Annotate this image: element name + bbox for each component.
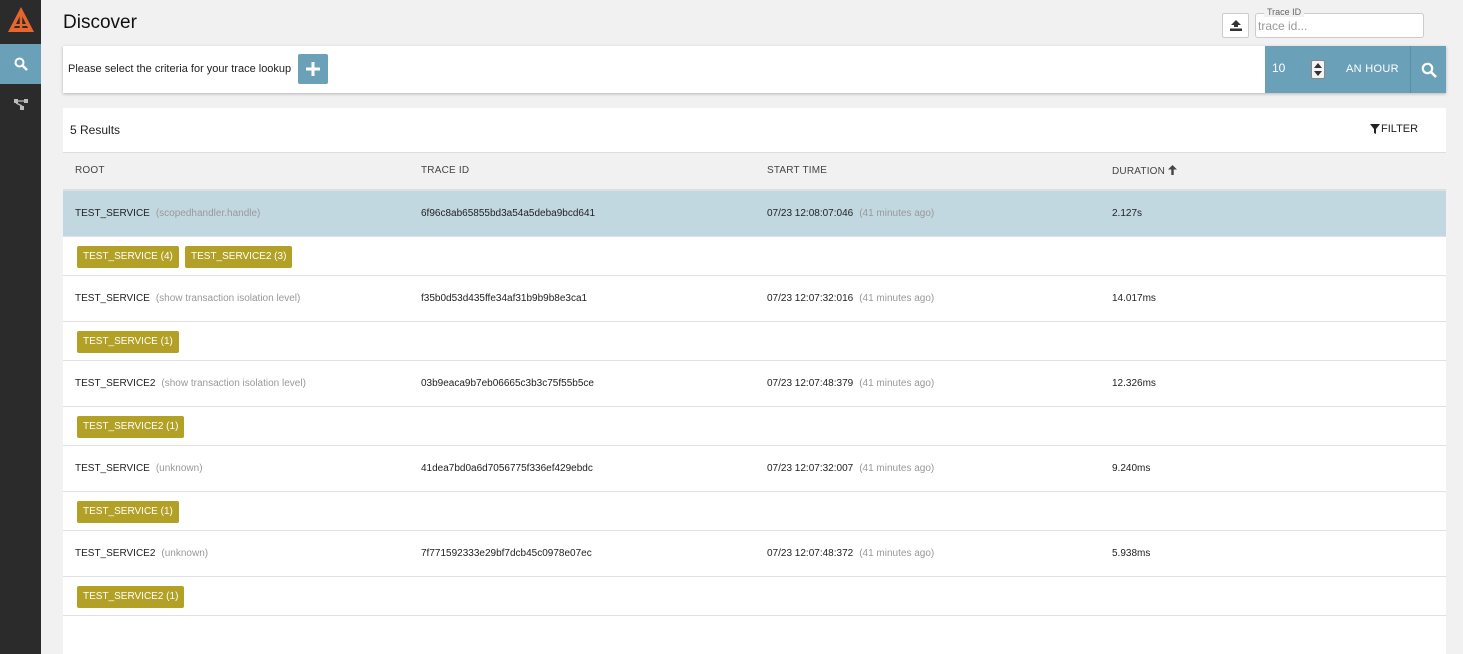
column-duration-label: DURATION <box>1112 166 1166 177</box>
criteria-prompt: Please select the criteria for your trac… <box>68 63 292 75</box>
plus-icon <box>306 62 320 76</box>
duration-cell: 9.240ms <box>1112 463 1151 474</box>
service-badge[interactable]: TEST_SERVICE2 (1) <box>77 586 185 608</box>
table-row[interactable]: TEST_SERVICE2 (unknown) 7f771592333e29bf7… <box>63 530 1446 576</box>
upload-icon <box>1229 20 1242 31</box>
trace-id-cell: 7f771592333e29bf7dcb45c0978e07ec <box>421 548 592 559</box>
root-cell: TEST_SERVICE2 (unknown) <box>75 548 209 559</box>
page-title: Discover <box>63 12 137 33</box>
root-cell: TEST_SERVICE2 (show transaction isolation… <box>75 378 306 389</box>
results-count: 5 Results <box>70 123 121 137</box>
duration-cell: 12.326ms <box>1112 378 1156 389</box>
start-time-cell: 07/23 12:07:32:016 (41 minutes ago) <box>767 293 935 304</box>
column-root[interactable]: ROOT <box>75 165 105 176</box>
trace-id-cell: 41dea7bd0a6d7056775f336ef429ebdc <box>421 463 593 474</box>
start-time-cell: 07/23 12:07:48:379 (41 minutes ago) <box>767 378 935 389</box>
stepper-down-icon[interactable] <box>1314 71 1322 77</box>
search-controls: 10 AN HOUR <box>1265 46 1446 93</box>
service-badge[interactable]: TEST_SERVICE2 (1) <box>77 416 185 438</box>
column-start-time[interactable]: START TIME <box>767 165 827 176</box>
service-badges-row: TEST_SERVICE2 (1) <box>63 406 1446 445</box>
table-end-divider <box>63 615 1446 616</box>
sidebar <box>0 0 41 654</box>
column-trace-id[interactable]: TRACE ID <box>421 165 469 176</box>
search-icon <box>1421 62 1437 78</box>
service-badge[interactable]: TEST_SERVICE2 (3) <box>185 246 293 268</box>
limit-stepper[interactable] <box>1311 60 1325 79</box>
service-badges-row: TEST_SERVICE (1) <box>63 491 1446 530</box>
table-row[interactable]: TEST_SERVICE (show transaction isolation … <box>63 275 1446 321</box>
filter-button[interactable]: FILTER <box>1370 123 1418 135</box>
start-time-cell: 07/23 12:08:07:046 (41 minutes ago) <box>767 208 935 219</box>
zipkin-logo-icon[interactable] <box>7 6 35 34</box>
table-header: ROOT TRACE ID START TIME DURATION <box>63 152 1446 190</box>
criteria-bar: Please select the criteria for your trac… <box>63 46 1446 93</box>
trace-id-input[interactable] <box>1258 17 1418 35</box>
trace-id-cell: 03b9eaca9b7eb06665c3b3c75f55b5ce <box>421 378 594 389</box>
service-badge[interactable]: TEST_SERVICE (4) <box>77 246 179 268</box>
column-duration[interactable]: DURATION <box>1112 165 1178 177</box>
nav-discover-search-icon[interactable] <box>0 44 41 84</box>
nav-dependencies-icon[interactable] <box>0 84 41 124</box>
sort-ascending-icon <box>1168 165 1178 175</box>
duration-cell: 5.938ms <box>1112 548 1151 559</box>
limit-input[interactable]: 10 <box>1272 61 1285 75</box>
duration-cell: 14.017ms <box>1112 293 1156 304</box>
add-criteria-button[interactable] <box>298 54 328 84</box>
filter-icon <box>1370 124 1380 134</box>
results-panel: 5 Results FILTER ROOT TRACE ID START TIM… <box>63 108 1446 654</box>
lookback-select[interactable]: AN HOUR <box>1346 63 1399 75</box>
table-row[interactable]: TEST_SERVICE (unknown) 41dea7bd0a6d705677… <box>63 445 1446 491</box>
root-cell: TEST_SERVICE (scopedhandler.handle) <box>75 208 261 219</box>
stepper-up-icon[interactable] <box>1314 62 1322 68</box>
start-time-cell: 07/23 12:07:48:372 (41 minutes ago) <box>767 548 935 559</box>
service-badges-row: TEST_SERVICE2 (1) <box>63 576 1446 615</box>
root-cell: TEST_SERVICE (show transaction isolation … <box>75 293 301 304</box>
table-row[interactable]: TEST_SERVICE (scopedhandler.handle) 6f96c… <box>63 190 1446 236</box>
upload-json-button[interactable] <box>1222 13 1249 38</box>
root-cell: TEST_SERVICE (unknown) <box>75 463 203 474</box>
service-badge[interactable]: TEST_SERVICE (1) <box>77 501 179 523</box>
service-badges-row: TEST_SERVICE (4) TEST_SERVICE2 (3) <box>63 236 1446 275</box>
duration-cell: 2.127s <box>1112 208 1143 219</box>
trace-id-cell: f35b0d53d435ffe34af31b9b9b8e3ca1 <box>421 293 588 304</box>
filter-label: FILTER <box>1381 123 1419 135</box>
trace-id-cell: 6f96c8ab65855bd3a54a5deba9bcd641 <box>421 208 596 219</box>
start-time-cell: 07/23 12:07:32:007 (41 minutes ago) <box>767 463 935 474</box>
search-button[interactable] <box>1410 46 1446 93</box>
service-badges-row: TEST_SERVICE (1) <box>63 321 1446 360</box>
service-badge[interactable]: TEST_SERVICE (1) <box>77 331 179 353</box>
trace-id-label: Trace ID <box>1264 7 1305 17</box>
table-row[interactable]: TEST_SERVICE2 (show transaction isolation… <box>63 360 1446 406</box>
